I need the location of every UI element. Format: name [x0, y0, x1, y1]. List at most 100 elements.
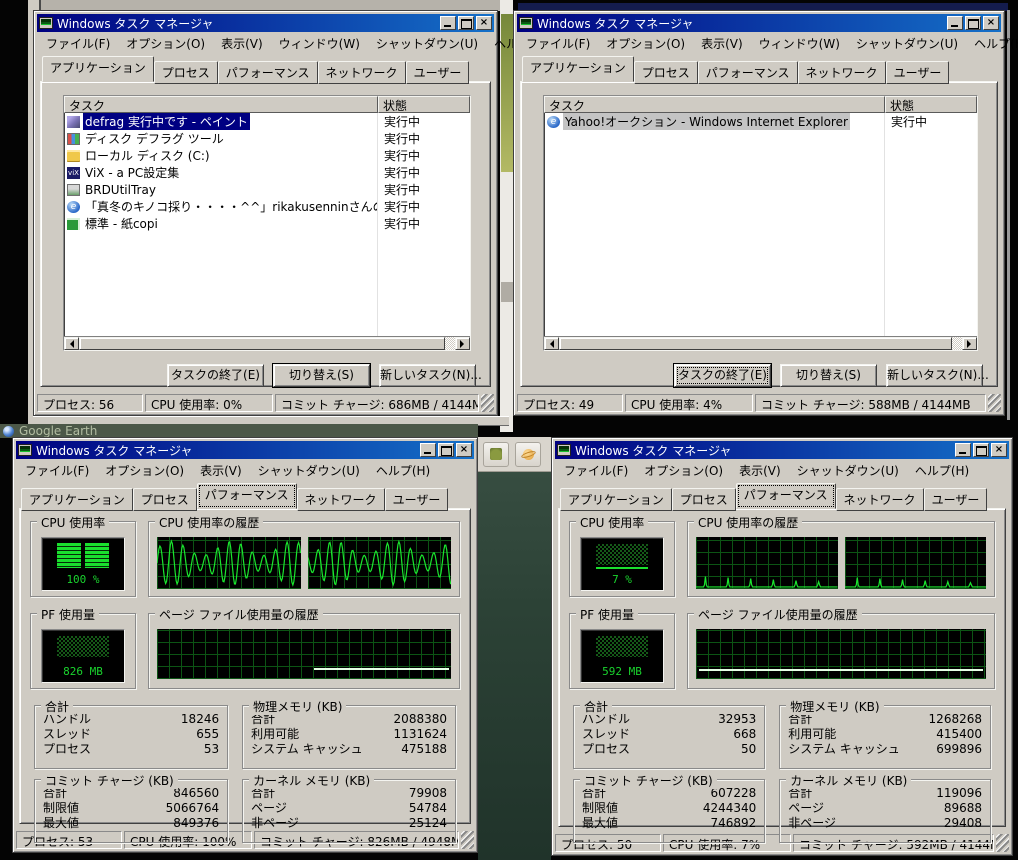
resize-grip[interactable] — [988, 394, 1001, 412]
menu-file[interactable]: ファイル(F) — [17, 461, 97, 481]
tab-performance[interactable]: パフォーマンス — [197, 483, 297, 509]
close-button[interactable]: × — [476, 16, 492, 30]
menu-options[interactable]: オプション(O) — [118, 34, 213, 54]
tab-processes[interactable]: プロセス — [634, 61, 698, 84]
tab-performance[interactable]: パフォーマンス — [218, 61, 318, 84]
tab-network[interactable]: ネットワーク — [297, 488, 385, 511]
title-bar[interactable]: Windows タスク マネージャ × — [16, 441, 474, 459]
menu-help[interactable]: ヘルプ(H) — [907, 461, 977, 481]
horizontal-scrollbar[interactable] — [544, 336, 977, 350]
menu-window[interactable]: ウィンドウ(W) — [271, 34, 368, 54]
menu-options[interactable]: オプション(O) — [636, 461, 731, 481]
title-bar[interactable]: Windows タスク マネージャ × — [517, 14, 1001, 32]
menu-shutdown[interactable]: シャットダウン(U) — [368, 34, 486, 54]
menu-file[interactable]: ファイル(F) — [38, 34, 118, 54]
menu-view[interactable]: 表示(V) — [693, 34, 751, 54]
menu-file[interactable]: ファイル(F) — [556, 461, 636, 481]
menu-file[interactable]: ファイル(F) — [518, 34, 598, 54]
menu-shutdown[interactable]: シャットダウン(U) — [250, 461, 368, 481]
tab-users[interactable]: ユーザー — [406, 61, 470, 84]
google-earth-toolbar-button[interactable] — [483, 442, 509, 467]
minimize-button[interactable] — [440, 16, 456, 30]
task-row[interactable]: ViX - a PC設定集 実行中 — [64, 164, 470, 181]
tab-users[interactable]: ユーザー — [385, 488, 449, 511]
new-task-button[interactable]: 新しいタスク(N)... — [379, 364, 476, 387]
task-row[interactable]: 「真冬のキノコ採り・・・・^^」rikakusenninさんの日記 - みんな.… — [64, 198, 470, 215]
tab-performance[interactable]: パフォーマンス — [698, 61, 798, 84]
scroll-right-button[interactable] — [962, 337, 977, 350]
switch-to-button[interactable]: 切り替え(S) — [273, 364, 370, 387]
menu-view[interactable]: 表示(V) — [192, 461, 250, 481]
switch-to-button[interactable]: 切り替え(S) — [780, 364, 877, 387]
minimize-button[interactable] — [420, 443, 436, 457]
tab-network[interactable]: ネットワーク — [798, 61, 886, 84]
tab-applications[interactable]: アプリケーション — [560, 488, 672, 511]
task-name: ローカル ディスク (C:) — [83, 147, 212, 164]
column-header-status[interactable]: 状態 — [378, 96, 470, 113]
menu-view[interactable]: 表示(V) — [213, 34, 271, 54]
pf-history-line — [699, 669, 983, 671]
google-earth-planet-button[interactable] — [515, 442, 541, 467]
tab-applications[interactable]: アプリケーション — [522, 56, 634, 82]
menu-view[interactable]: 表示(V) — [731, 461, 789, 481]
tab-applications[interactable]: アプリケーション — [42, 56, 154, 82]
task-row[interactable]: BRDUtilTray 実行中 — [64, 181, 470, 198]
tab-processes[interactable]: プロセス — [133, 488, 197, 511]
google-earth-titlebar[interactable]: Google Earth — [0, 424, 478, 438]
scroll-right-button[interactable] — [455, 337, 470, 350]
task-row[interactable]: 標準 - 紙copi 実行中 — [64, 215, 470, 232]
end-task-button[interactable]: タスクの終了(E) — [167, 364, 264, 387]
column-header-status[interactable]: 状態 — [885, 96, 977, 113]
totals-group: 合計 ハンドル18246 スレッド655 プロセス53 — [34, 705, 228, 769]
scrollbar-thumb[interactable] — [559, 337, 952, 350]
tab-processes[interactable]: プロセス — [672, 488, 736, 511]
close-button[interactable]: × — [456, 443, 472, 457]
tab-network[interactable]: ネットワーク — [836, 488, 924, 511]
resize-grip[interactable] — [996, 834, 1009, 852]
column-header-task[interactable]: タスク — [64, 96, 378, 113]
menu-shutdown[interactable]: シャットダウン(U) — [848, 34, 966, 54]
maximize-button[interactable] — [458, 16, 474, 30]
task-row[interactable]: ローカル ディスク (C:) 実行中 — [64, 147, 470, 164]
resize-grip[interactable] — [461, 831, 474, 849]
menu-window[interactable]: ウィンドウ(W) — [751, 34, 848, 54]
maximize-button[interactable] — [973, 443, 989, 457]
horizontal-scrollbar[interactable] — [64, 336, 470, 350]
menu-help[interactable]: ヘルプ(H) — [368, 461, 438, 481]
menu-options[interactable]: オプション(O) — [598, 34, 693, 54]
task-row[interactable]: ディスク デフラグ ツール 実行中 — [64, 130, 470, 147]
title-bar[interactable]: Windows タスク マネージャ × — [555, 441, 1009, 459]
new-task-button[interactable]: 新しいタスク(N)... — [886, 364, 983, 387]
scroll-left-button[interactable] — [64, 337, 79, 350]
tab-processes[interactable]: プロセス — [154, 61, 218, 84]
menu-shutdown[interactable]: シャットダウン(U) — [789, 461, 907, 481]
scroll-left-button[interactable] — [544, 337, 559, 350]
maximize-button[interactable] — [965, 16, 981, 30]
resize-grip[interactable] — [481, 394, 494, 412]
tab-users[interactable]: ユーザー — [886, 61, 950, 84]
menu-help[interactable]: ヘルプ(H) — [966, 34, 1018, 54]
task-row[interactable]: defrag 実行中です - ペイント 実行中 — [64, 113, 470, 130]
tab-users[interactable]: ユーザー — [924, 488, 988, 511]
cpu-history-graph-1 — [157, 537, 301, 589]
cpu-history-group: CPU 使用率の履歴 — [687, 521, 995, 597]
status-cpu-usage: CPU 使用率: 0% — [145, 394, 273, 412]
column-header-task[interactable]: タスク — [544, 96, 885, 113]
task-list: タスク 状態 defrag 実行中です - ペイント 実行中 ディスク デフラグ… — [63, 95, 471, 351]
minimize-button[interactable] — [947, 16, 963, 30]
title-bar[interactable]: Windows タスク マネージャ × — [37, 14, 494, 32]
maximize-button[interactable] — [438, 443, 454, 457]
close-button[interactable]: × — [991, 443, 1007, 457]
tab-performance[interactable]: パフォーマンス — [736, 483, 836, 509]
task-row[interactable]: Yahoo!オークション - Windows Internet Explorer… — [544, 113, 977, 130]
tab-applications[interactable]: アプリケーション — [21, 488, 133, 511]
scrollbar-track[interactable] — [445, 337, 455, 350]
tab-network[interactable]: ネットワーク — [318, 61, 406, 84]
close-button[interactable]: × — [983, 16, 999, 30]
scrollbar-thumb[interactable] — [79, 337, 445, 350]
scrollbar-track[interactable] — [952, 337, 962, 350]
menu-options[interactable]: オプション(O) — [97, 461, 192, 481]
minimize-button[interactable] — [955, 443, 971, 457]
end-task-button[interactable]: タスクの終了(E) — [674, 364, 771, 387]
group-label: ページ ファイル使用量の履歴 — [694, 606, 862, 623]
